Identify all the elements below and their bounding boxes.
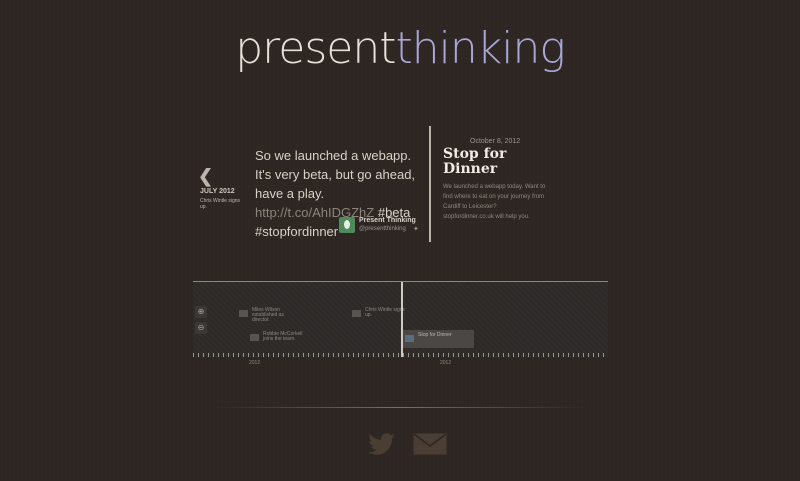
- author-handle: @presentthinking: [359, 226, 406, 232]
- event-description: We launched a webapp today. Want to find…: [443, 184, 546, 220]
- image-icon: [352, 310, 361, 317]
- site-logo[interactable]: presentthinking: [0, 24, 800, 74]
- footer-divider: [213, 407, 587, 408]
- previous-event-date[interactable]: JULY 2012: [200, 188, 235, 195]
- event-date: October 8, 2012: [470, 138, 521, 145]
- image-icon: [250, 334, 259, 341]
- content-divider: [429, 126, 431, 242]
- logo-part-thinking: thinking: [395, 23, 566, 74]
- logo-part-present: present: [235, 23, 396, 74]
- timeline-ruler[interactable]: [193, 353, 608, 357]
- timeline-marker-text: Miles Wilson established as director.: [252, 307, 284, 323]
- timeline-marker-text: Robbie McCorkell joins the team.: [263, 331, 303, 342]
- timeline[interactable]: ⊕ ⊖ Miles Wilson established as director…: [193, 281, 608, 357]
- previous-event-title[interactable]: Chris Wintle signs up.: [200, 198, 244, 210]
- timeline-marker[interactable]: Chris Wintle signs up.: [352, 308, 414, 324]
- twitter-small-icon: ✦: [413, 226, 419, 233]
- mail-envelope-icon[interactable]: [413, 433, 447, 455]
- chevron-left-icon[interactable]: ❮: [198, 167, 214, 185]
- twitter-bird-icon[interactable]: [366, 432, 396, 458]
- author-name: Present Thinking: [359, 217, 416, 224]
- timeline-current-marker: [401, 282, 403, 357]
- tweet-author[interactable]: Present Thinking @presentthinking ✦: [339, 217, 429, 235]
- zoom-out-icon[interactable]: ⊖: [195, 322, 207, 334]
- image-icon: [239, 310, 248, 317]
- tweet-main-text: So we launched a webapp. It's very beta,…: [255, 148, 416, 201]
- timeline-marker-text: Stop for Dinner: [418, 332, 452, 338]
- avatar: [339, 217, 355, 233]
- twitter-icon: [405, 335, 414, 342]
- timeline-marker-active[interactable]: Stop for Dinner: [402, 330, 474, 348]
- zoom-in-icon[interactable]: ⊕: [195, 306, 207, 318]
- tick-label: 2012: [249, 360, 261, 366]
- timeline-marker[interactable]: Robbie McCorkell joins the team.: [250, 332, 320, 348]
- tick-label: 2012: [440, 360, 452, 366]
- event-title: Stop for Dinner: [443, 146, 507, 177]
- timeline-marker[interactable]: Miles Wilson established as director.: [239, 308, 301, 324]
